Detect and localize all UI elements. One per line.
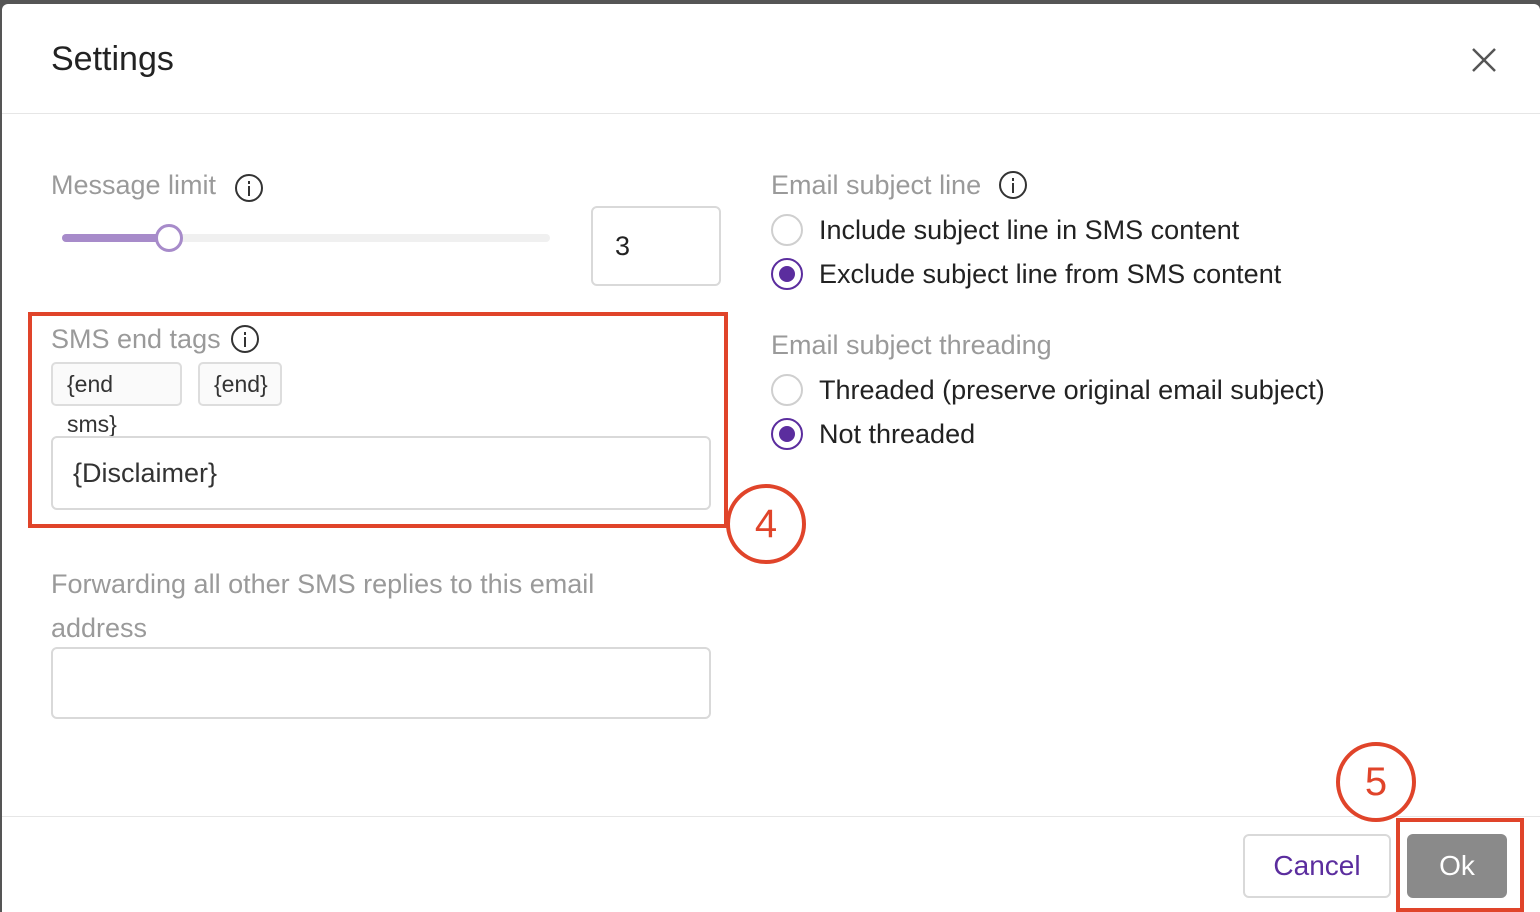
info-icon[interactable] xyxy=(999,171,1027,199)
dialog-title: Settings xyxy=(51,40,174,78)
message-limit-label: Message limit xyxy=(51,170,217,200)
radio-button[interactable] xyxy=(771,418,803,450)
radio-exclude-subject[interactable]: Exclude subject line from SMS content xyxy=(771,257,1281,291)
annotation-box-5 xyxy=(1396,818,1524,912)
forwarding-label: Forwarding all other SMS replies to this… xyxy=(51,569,595,643)
cancel-button[interactable]: Cancel xyxy=(1243,834,1391,898)
radio-button[interactable] xyxy=(771,258,803,290)
radio-label: Not threaded xyxy=(819,418,976,449)
info-icon[interactable] xyxy=(235,174,263,202)
annotation-box-4 xyxy=(28,312,728,528)
radio-label: Threaded (preserve original email subjec… xyxy=(819,374,1325,405)
message-limit-slider[interactable] xyxy=(62,224,550,252)
footer-divider xyxy=(2,816,1540,817)
message-limit-input[interactable] xyxy=(591,206,721,286)
dialog-header: Settings xyxy=(2,4,1540,114)
radio-threaded[interactable]: Threaded (preserve original email subjec… xyxy=(771,373,1325,407)
radio-include-subject[interactable]: Include subject line in SMS content xyxy=(771,213,1239,247)
close-icon xyxy=(1472,48,1496,72)
radio-label: Exclude subject line from SMS content xyxy=(819,258,1282,289)
radio-not-threaded[interactable]: Not threaded xyxy=(771,417,975,451)
email-subject-line-label: Email subject line xyxy=(771,170,982,200)
email-subject-threading-label: Email subject threading xyxy=(771,330,1052,360)
radio-button[interactable] xyxy=(771,214,803,246)
radio-label: Include subject line in SMS content xyxy=(819,214,1240,245)
forwarding-email-input[interactable] xyxy=(51,647,711,719)
close-button[interactable] xyxy=(1468,44,1500,76)
slider-fill xyxy=(62,234,170,242)
slider-thumb[interactable] xyxy=(155,224,184,252)
annotation-callout-5: 5 xyxy=(1336,742,1416,822)
radio-button[interactable] xyxy=(771,374,803,406)
annotation-callout-4: 4 xyxy=(726,484,806,564)
